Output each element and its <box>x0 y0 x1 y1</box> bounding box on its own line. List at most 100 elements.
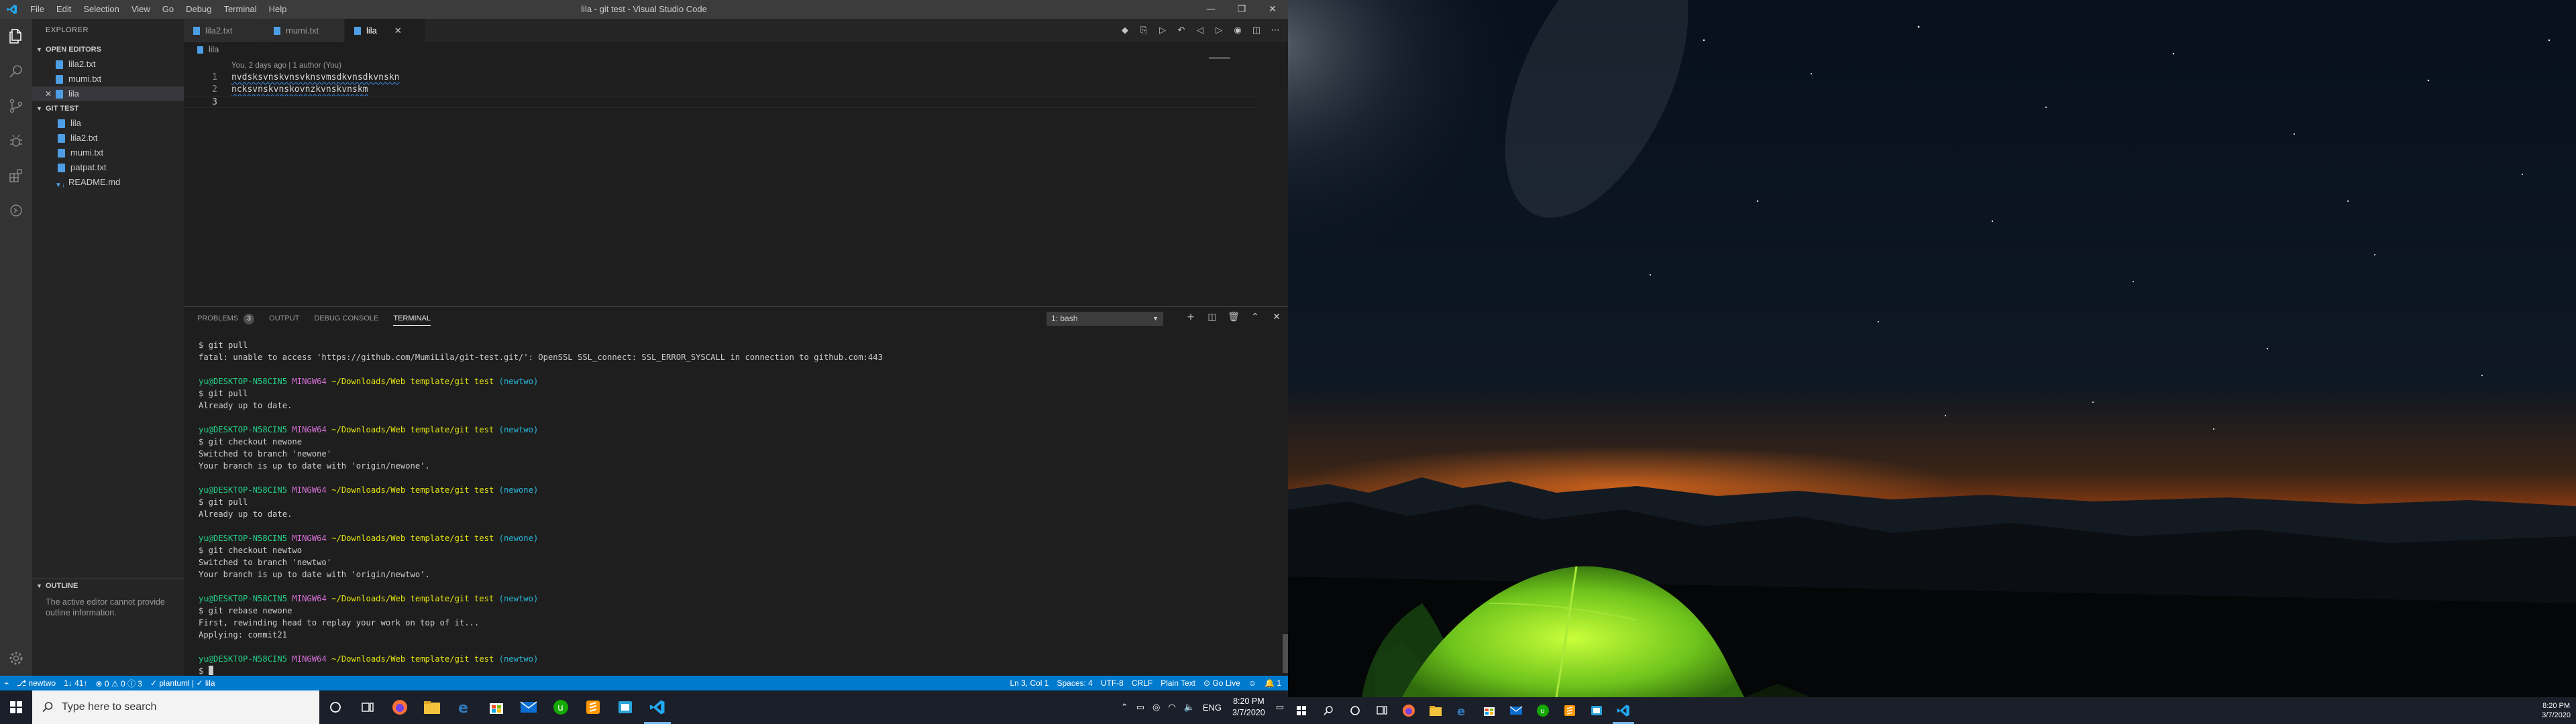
mail-icon[interactable] <box>1503 697 1529 724</box>
terminal-select[interactable]: 1: bash ▼ <box>1046 312 1163 326</box>
menu-selection[interactable]: Selection <box>77 0 125 19</box>
split-terminal-icon[interactable]: ◫ <box>1205 312 1220 322</box>
mail-icon[interactable] <box>513 690 545 724</box>
go-back-icon[interactable]: ↶ <box>1174 25 1189 36</box>
outline-header[interactable]: ▼ OUTLINE <box>32 578 184 593</box>
app-icon[interactable] <box>1583 697 1610 724</box>
cortana-icon[interactable] <box>1342 697 1368 724</box>
store-icon[interactable] <box>1476 697 1503 724</box>
cortana-icon[interactable] <box>319 690 352 724</box>
remote-indicator-icon[interactable]: ⌁ <box>0 678 13 688</box>
explorer-icon[interactable] <box>0 19 32 54</box>
terminal-scrollbar[interactable] <box>1283 634 1288 673</box>
file-explorer-icon[interactable] <box>1422 697 1449 724</box>
menu-go[interactable]: Go <box>156 0 180 19</box>
minimize-icon[interactable]: — <box>1195 0 1226 19</box>
vscode-taskbar-icon[interactable] <box>641 690 674 724</box>
file-item[interactable]: ▼↓ README.md <box>32 175 184 190</box>
open-editor-item[interactable]: mumi.txt <box>32 72 184 86</box>
next-change-icon[interactable]: ▷ <box>1212 25 1226 36</box>
menu-view[interactable]: View <box>125 0 156 19</box>
edge-icon[interactable]: e <box>1449 697 1476 724</box>
wifi-icon[interactable]: ◠ <box>1164 702 1179 713</box>
encoding[interactable]: UTF-8 <box>1097 678 1128 688</box>
file-item[interactable]: mumi.txt <box>32 145 184 160</box>
debug-icon[interactable] <box>0 123 32 158</box>
search-icon[interactable] <box>1315 697 1342 724</box>
upwork-icon[interactable]: u <box>1529 697 1556 724</box>
run-icon[interactable]: ▷ <box>1155 25 1170 36</box>
plantuml-indicator[interactable]: ✓ plantuml | ✓ lila <box>146 678 219 688</box>
store-icon[interactable] <box>480 690 513 724</box>
source-control-icon[interactable] <box>0 88 32 123</box>
search-icon[interactable] <box>0 54 32 88</box>
menu-edit[interactable]: Edit <box>50 0 77 19</box>
file-item[interactable]: lila2.txt <box>32 131 184 145</box>
close-panel-icon[interactable]: ✕ <box>1269 312 1284 322</box>
line-ending[interactable]: CRLF <box>1128 678 1157 688</box>
close-icon[interactable]: ✕ <box>1257 0 1288 19</box>
git-lens-icon[interactable]: ◆ <box>1118 25 1132 36</box>
sublime-icon[interactable] <box>1556 697 1583 724</box>
sync-indicator[interactable]: 1↓ 41↑ <box>60 678 91 688</box>
menu-debug[interactable]: Debug <box>180 0 217 19</box>
maximize-panel-icon[interactable]: ⌃ <box>1248 312 1263 322</box>
previous-change-icon[interactable]: ◁ <box>1193 25 1208 36</box>
sublime-icon[interactable] <box>577 690 609 724</box>
taskbar-search[interactable]: Type here to search <box>32 690 319 724</box>
battery-icon[interactable]: ▭ <box>1132 702 1148 713</box>
trash-icon[interactable]: 🗑 <box>1226 312 1241 322</box>
menu-terminal[interactable]: Terminal <box>217 0 262 19</box>
new-terminal-icon[interactable]: + <box>1183 312 1198 322</box>
tab-output[interactable]: OUTPUT <box>269 307 299 330</box>
remote-icon[interactable] <box>0 193 32 228</box>
clock[interactable]: 8:20 PM 3/7/2020 <box>1226 696 1272 719</box>
open-preview-icon[interactable]: ◉ <box>1230 25 1245 36</box>
code-editor[interactable]: You, 2 days ago | 1 author (You) 1 nvdsks… <box>184 57 1288 305</box>
menu-help[interactable]: Help <box>263 0 293 19</box>
indentation[interactable]: Spaces: 4 <box>1053 678 1096 688</box>
file-item[interactable]: patpat.txt <box>32 160 184 175</box>
language-indicator[interactable]: ENG <box>1199 703 1226 713</box>
start-button[interactable] <box>1288 697 1315 724</box>
feedback-icon[interactable]: ☺ <box>1244 678 1260 688</box>
problems-indicator[interactable]: ⊗ 0 ⚠ 0 ⓘ 3 <box>91 678 146 689</box>
breadcrumb[interactable]: lila <box>184 42 1288 57</box>
tab-debug-console[interactable]: DEBUG CONSOLE <box>314 307 378 330</box>
start-button[interactable] <box>0 690 32 724</box>
tab-lila2[interactable]: lila2.txt <box>184 19 264 42</box>
restore-icon[interactable]: ❐ <box>1226 0 1257 19</box>
tab-mumi[interactable]: mumi.txt <box>264 19 345 42</box>
upwork-icon[interactable]: u <box>545 690 577 724</box>
minimap-slider[interactable] <box>1209 57 1230 59</box>
tab-problems[interactable]: PROBLEMS 3 <box>197 307 255 330</box>
volume-icon[interactable]: 🔈 <box>1180 702 1199 713</box>
app-icon[interactable] <box>609 690 641 724</box>
branch-indicator[interactable]: ⎇ newtwo <box>13 678 60 688</box>
settings-gear-icon[interactable] <box>0 641 32 676</box>
task-view-icon[interactable] <box>352 690 384 724</box>
cursor-position[interactable]: Ln 3, Col 1 <box>1006 678 1053 688</box>
edge-icon[interactable]: e <box>448 690 480 724</box>
tab-lila[interactable]: lila ✕ <box>345 19 425 42</box>
task-view-icon[interactable] <box>1368 697 1395 724</box>
firefox-icon[interactable] <box>384 690 416 724</box>
menu-file[interactable]: File <box>24 0 50 19</box>
action-center-icon[interactable]: ▭ <box>1272 702 1288 713</box>
file-item[interactable]: lila <box>32 116 184 131</box>
open-editor-item-active[interactable]: ✕ lila <box>32 86 184 101</box>
terminal-output[interactable]: $ git pull fatal: unable to access 'https… <box>199 339 1272 677</box>
language-mode[interactable]: Plain Text <box>1157 678 1199 688</box>
file-explorer-icon[interactable] <box>416 690 448 724</box>
notifications-indicator[interactable]: 🔔 1 <box>1260 678 1285 688</box>
network-icon[interactable]: ◎ <box>1148 702 1164 713</box>
clock-secondary[interactable]: 8:20 PM 3/7/2020 <box>2542 697 2571 724</box>
chevron-up-icon[interactable]: ⌃ <box>1117 702 1132 713</box>
open-changes-icon[interactable]: ⎘ <box>1136 25 1151 36</box>
open-editors-header[interactable]: ▼ OPEN EDITORS <box>32 42 184 57</box>
tab-terminal[interactable]: TERMINAL <box>393 307 431 330</box>
extensions-icon[interactable] <box>0 158 32 193</box>
more-actions-icon[interactable]: ⋯ <box>1268 25 1283 36</box>
vscode-taskbar-icon[interactable] <box>1610 697 1637 724</box>
close-editor-icon[interactable]: ✕ <box>45 86 56 101</box>
